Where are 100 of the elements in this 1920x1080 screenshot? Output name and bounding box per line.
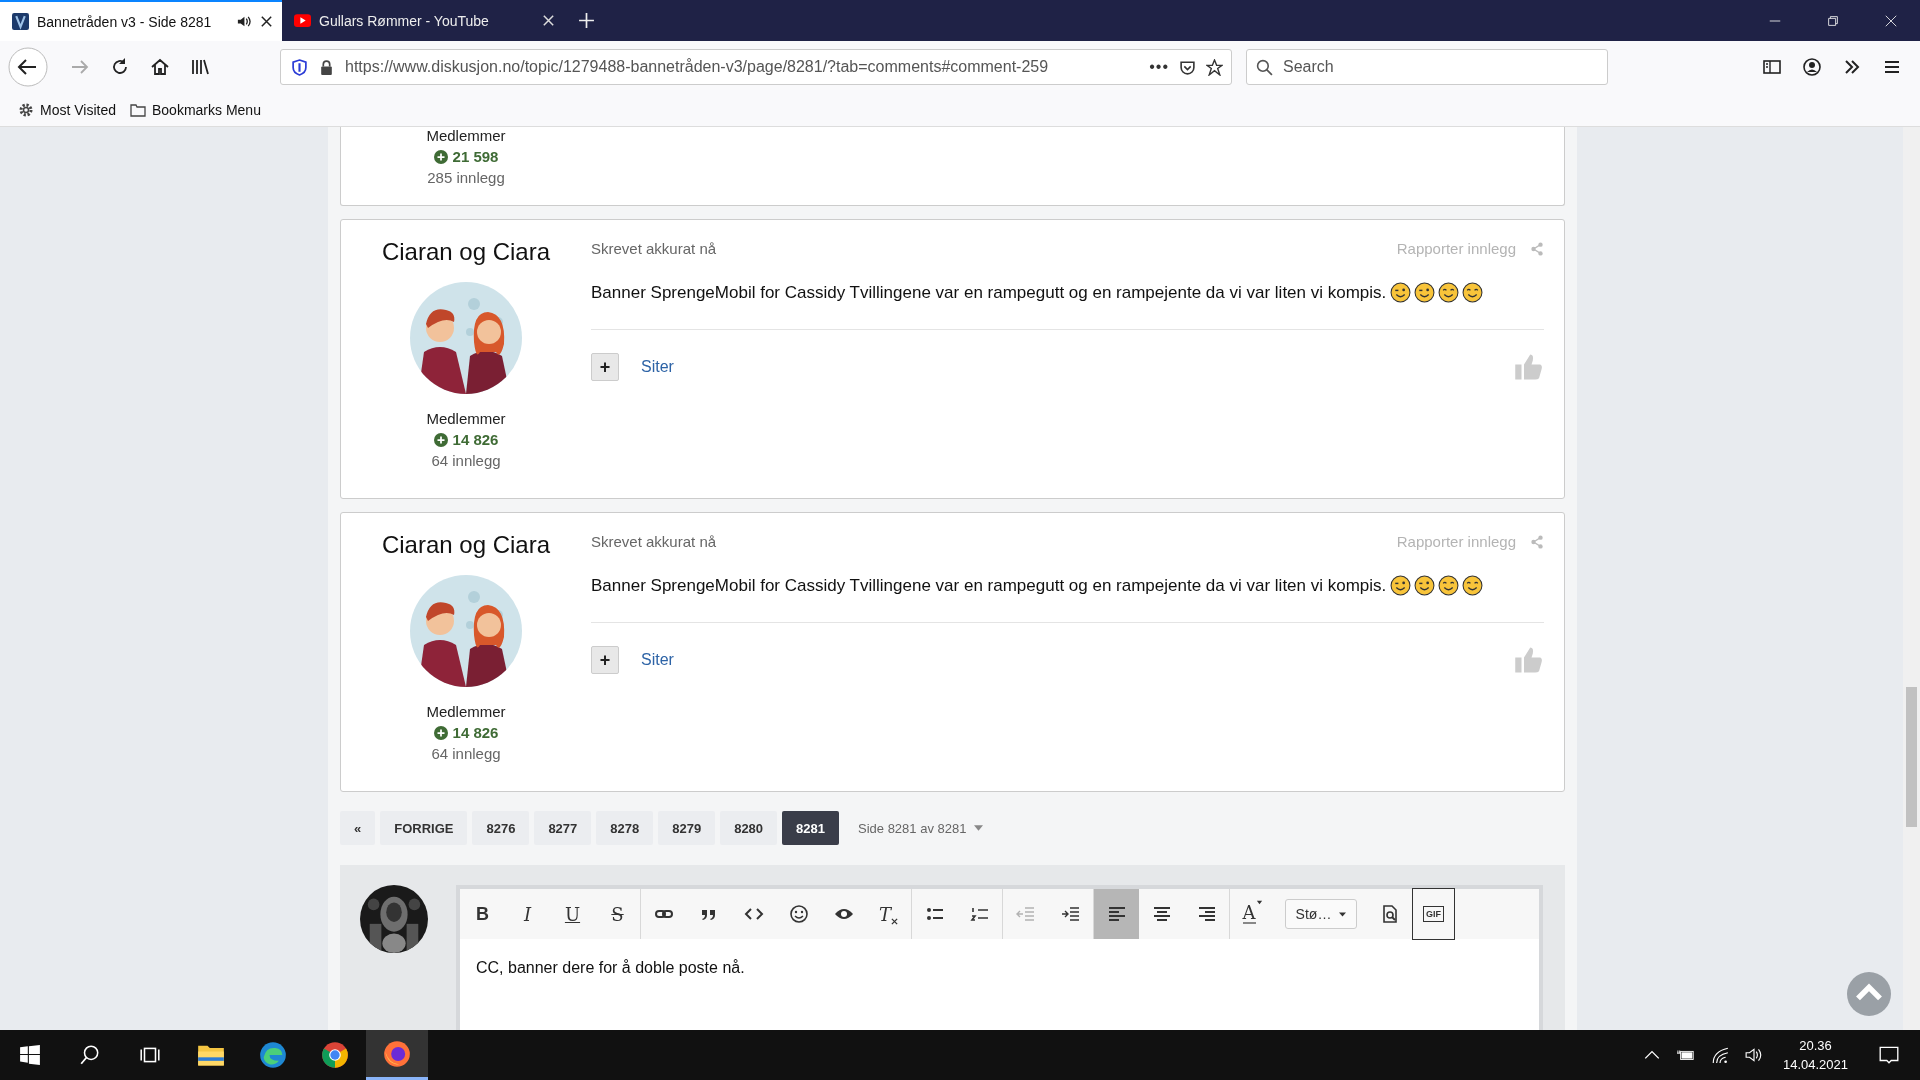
quote-link[interactable]: Siter (641, 651, 674, 669)
plus-circle-icon (433, 432, 448, 447)
page-jump-menu[interactable]: Side 8281 av 8281 (858, 820, 984, 836)
library-icon[interactable] (190, 57, 210, 77)
member-group: Medlemmer (426, 410, 506, 427)
align-left-icon (1106, 904, 1127, 924)
author-name[interactable]: Ciaran og Ciara (381, 238, 551, 266)
bookmark-item[interactable]: Bookmarks Menu (130, 101, 261, 118)
close-icon[interactable] (541, 13, 556, 28)
smiling-face-icon (1462, 575, 1484, 596)
member-group: Medlemmer (426, 703, 506, 720)
caret-icon (1255, 899, 1263, 906)
smiling-face-icon (1438, 282, 1460, 303)
video-play-icon (294, 12, 311, 29)
browser-tab[interactable]: Gullars Rømmer - YouTube (282, 0, 564, 41)
align-right-icon (1196, 904, 1217, 924)
reply-text-field[interactable]: CC, banner dere for å doble poste nå. (460, 939, 1539, 1030)
bookmark-star-icon[interactable] (1206, 58, 1223, 76)
winking-face-icon (1414, 575, 1436, 596)
search-icon (1256, 59, 1273, 76)
scrollbar-thumb[interactable] (1906, 687, 1917, 827)
page-button[interactable]: 8281 (782, 811, 839, 845)
clock-date[interactable]: 14.04.2021 (1782, 1057, 1848, 1072)
edge-browser-icon (259, 1041, 287, 1069)
plus-circle-icon (433, 149, 448, 164)
speaker-icon[interactable] (236, 14, 251, 29)
post-count: 64 innlegg (431, 745, 501, 762)
text-color-button[interactable]: A (1230, 889, 1275, 939)
firefox-icon (383, 1039, 411, 1068)
multiquote-button[interactable]: + (591, 353, 619, 381)
close-icon[interactable] (259, 14, 274, 29)
page-button[interactable]: 8278 (596, 811, 654, 845)
x-icon (891, 918, 898, 925)
member-group: Medlemmer (426, 127, 506, 144)
close-icon[interactable] (1884, 13, 1898, 28)
previous-page-button[interactable]: FORRIGE (380, 811, 468, 845)
folder-icon (130, 101, 146, 118)
smiling-face-icon (1462, 282, 1484, 303)
italic-button[interactable]: I (505, 889, 550, 939)
caret-icon (1339, 911, 1347, 917)
search-icon[interactable] (79, 1044, 101, 1066)
notification-icon[interactable] (1878, 1044, 1900, 1066)
back-button[interactable] (8, 47, 48, 87)
pocket-icon[interactable] (1179, 58, 1196, 76)
thumbs-up-icon[interactable] (1514, 645, 1544, 675)
post-time: Skrevet akkurat nå (591, 533, 718, 550)
post-count: 64 innlegg (431, 452, 501, 469)
taskbar-app[interactable] (366, 1030, 428, 1080)
bold-button[interactable]: B (460, 889, 505, 939)
underline-button[interactable]: U (550, 889, 595, 939)
post-text: Banner SprengeMobil for Cassidy Tvillingene var en rampegutt og en rampejente da vi var liten vi kompis. (591, 282, 1387, 303)
tab-title: Bannetråden v3 - Side 8281 (37, 13, 213, 30)
emoji-icon (788, 904, 809, 924)
forum-favicon-icon (12, 13, 29, 30)
smiling-face-icon (1438, 575, 1460, 596)
indent-icon (1060, 904, 1081, 924)
scrollbar[interactable] (1903, 127, 1920, 1030)
account-icon[interactable] (1802, 57, 1822, 77)
clock-time[interactable]: 20.36 (1799, 1038, 1832, 1053)
page-button[interactable]: 8277 (534, 811, 592, 845)
chrome-icon (321, 1041, 349, 1069)
start-icon[interactable] (19, 1044, 41, 1066)
winking-face-icon (1414, 282, 1436, 303)
align-left-button[interactable] (1094, 889, 1139, 939)
reload-icon[interactable] (110, 57, 130, 77)
tab-title: Gullars Rømmer - YouTube (319, 12, 490, 29)
multiquote-button[interactable]: + (591, 646, 619, 674)
thumbs-up-icon[interactable] (1514, 352, 1544, 382)
address-bar[interactable]: https://www.diskusjon.no/topic/1279488-bannetråden-v3/page/8281/?tab=comments#comment-259 ••• (280, 49, 1232, 85)
search-field[interactable]: Search (1246, 49, 1608, 85)
wifi-icon[interactable] (1710, 1046, 1729, 1064)
lock-icon (318, 58, 335, 76)
gif-button[interactable]: GIF (1412, 888, 1455, 940)
browser-tab[interactable]: Bannetråden v3 - Side 8281 (0, 0, 282, 41)
font-size-button[interactable]: Stø… (1275, 889, 1367, 939)
home-icon[interactable] (150, 57, 170, 77)
winking-face-icon (1390, 575, 1412, 596)
scroll-to-top-button[interactable] (1847, 972, 1891, 1016)
plus-circle-icon (433, 725, 448, 740)
reputation-count: 14 826 (452, 431, 499, 448)
restore-icon[interactable] (1826, 13, 1840, 28)
strike-button[interactable]: S (595, 889, 640, 939)
speaker-icon[interactable] (1744, 1046, 1763, 1064)
bookmark-item[interactable]: Most Visited (18, 101, 116, 118)
winking-face-icon (1390, 282, 1412, 303)
reputation-count: 21 598 (452, 148, 499, 165)
clear-button[interactable]: T (866, 889, 911, 939)
first-page-button[interactable]: « (340, 811, 376, 845)
author-name[interactable]: Ciaran og Ciara (381, 531, 551, 559)
align-center-icon (1151, 904, 1172, 924)
new-tab-icon[interactable] (578, 12, 595, 29)
quote-link[interactable]: Siter (641, 358, 674, 376)
post-time: Skrevet akkurat nå (591, 240, 718, 257)
post-text: Banner SprengeMobil for Cassidy Tvillingene var en rampegutt og en rampejente da vi var liten vi kompis. (591, 575, 1387, 596)
page-actions-menu[interactable]: ••• (1149, 58, 1169, 76)
page-button[interactable]: 8280 (720, 811, 778, 845)
page-button[interactable]: 8276 (472, 811, 530, 845)
page-button[interactable]: 8279 (658, 811, 716, 845)
sidebar-icon[interactable] (1762, 57, 1782, 77)
shield-icon (291, 58, 308, 76)
